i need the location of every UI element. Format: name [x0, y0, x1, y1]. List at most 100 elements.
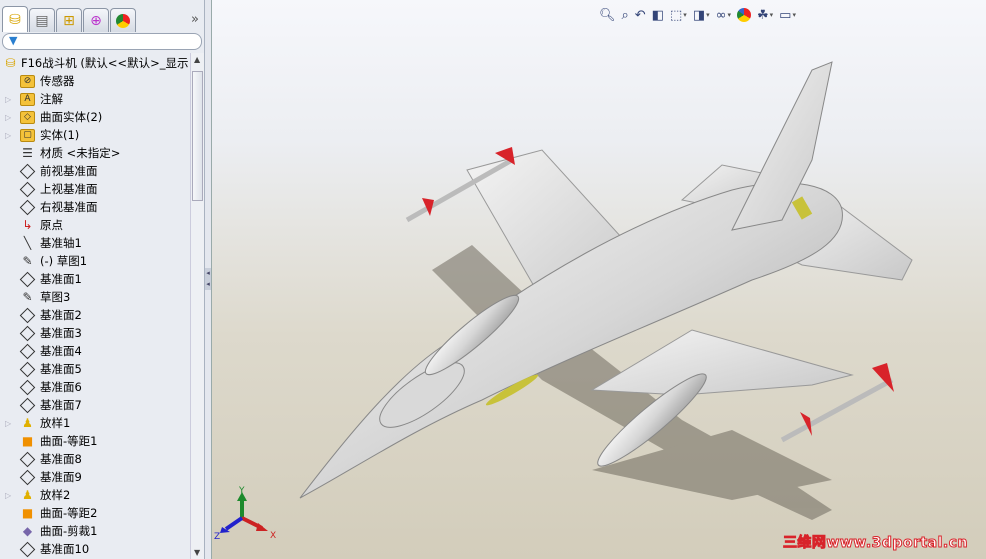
tree-item[interactable]: 右视基准面	[0, 198, 190, 216]
tree-item[interactable]: ▷ ♟ 放样1	[0, 414, 190, 432]
tree-item[interactable]: ⛁ F16战斗机 (默认<<默认>_显示	[0, 54, 190, 72]
filter-icon: ▼	[9, 34, 18, 47]
axis-icon: ╲	[23, 236, 32, 250]
tree-item-label: 基准轴1	[40, 236, 82, 250]
tree-filter-input[interactable]: ▼	[2, 33, 202, 50]
collapse-panel-handle[interactable]: ◂ ◂	[205, 268, 211, 290]
tree-item[interactable]: 基准面10	[0, 540, 190, 558]
tree-item[interactable]: ╲ 基准轴1	[0, 234, 190, 252]
dimxpert-icon: ⊕	[90, 12, 102, 29]
tree-item[interactable]: ↳ 原点	[0, 216, 190, 234]
tree-scrollbar[interactable]: ▲ ▼	[190, 53, 204, 559]
expand-icon[interactable]: ▷	[5, 95, 13, 104]
expand-icon[interactable]: ▷	[5, 113, 13, 122]
tree-item-label: 前视基准面	[40, 164, 98, 178]
scroll-down-icon[interactable]: ▼	[194, 548, 200, 557]
tree-item[interactable]: ☰ 材质 <未指定>	[0, 144, 190, 162]
tree-item-label: 基准面2	[40, 308, 82, 322]
reference-triad: Y X Z	[214, 486, 276, 542]
more-tabs-button[interactable]: »	[191, 12, 199, 27]
graphics-viewport[interactable]: 🔍︎ ⌕ ↶ ◧ ⬚ ▾ ◨ ▾ ∞ ▾ ☘ ▾ ▭ ▾ Y X Z 三维网ww…	[212, 0, 986, 559]
tree-item[interactable]: 基准面5	[0, 360, 190, 378]
tree-item-label: 曲面-等距2	[40, 506, 98, 520]
tree-item-label: 原点	[40, 218, 63, 232]
expand-icon[interactable]: ▷	[5, 131, 13, 140]
tree-item-label: 放样1	[40, 416, 71, 430]
tree-item-label: 基准面3	[40, 326, 82, 340]
tree-item-label: 上视基准面	[40, 182, 98, 196]
tab-configuration-manager[interactable]: ⊞	[56, 8, 82, 32]
plane-icon	[19, 271, 36, 287]
plane-icon	[19, 469, 36, 485]
tree-item[interactable]: ■ 曲面-等距1	[0, 432, 190, 450]
tree-item[interactable]: ⊘ 传感器	[0, 72, 190, 90]
tree-item[interactable]: ✎ (-) 草图1	[0, 252, 190, 270]
tab-dimxpert-manager[interactable]: ⊕	[83, 8, 109, 32]
f16-model[interactable]	[212, 0, 986, 559]
plane-icon	[19, 451, 36, 467]
annotation-folder-icon: A	[19, 91, 36, 107]
tree-item[interactable]: ▷ A 注解	[0, 90, 190, 108]
tree-item-label: 传感器	[40, 74, 75, 88]
scroll-up-icon[interactable]: ▲	[194, 55, 200, 64]
right-missile	[780, 377, 894, 443]
tree-item[interactable]: ◆ 曲面-剪裁1	[0, 522, 190, 540]
feature-manager-icon: ⛁	[9, 11, 21, 28]
trim-surface-icon: ◆	[22, 524, 33, 538]
material-icon: ☰	[22, 146, 33, 160]
tree-item[interactable]: 基准面1	[0, 270, 190, 288]
tree-item-label: 基准面9	[40, 470, 82, 484]
plane-icon	[19, 343, 36, 359]
tree-item[interactable]: 基准面8	[0, 450, 190, 468]
plane-icon	[19, 325, 36, 341]
expand-icon[interactable]: ▷	[5, 491, 13, 500]
tree-item-label: F16战斗机 (默认<<默认>_显示	[21, 56, 189, 70]
right-wing	[590, 329, 854, 396]
sensor-folder-icon: ⊘	[19, 73, 36, 89]
tree-item-label: (-) 草图1	[40, 254, 88, 268]
tree-item[interactable]: 前视基准面	[0, 162, 190, 180]
tree-item[interactable]: ▷ ◇ 曲面实体(2)	[0, 108, 190, 126]
triad-x-label: X	[270, 531, 276, 541]
tree-item[interactable]: 基准面2	[0, 306, 190, 324]
tree-item-label: 基准面1	[40, 272, 82, 286]
left-missile-fin-2	[422, 198, 434, 216]
tab-feature-manager[interactable]: ⛁	[2, 6, 28, 32]
tab-display-manager[interactable]	[110, 8, 136, 32]
tree-item-label: 基准面10	[40, 542, 90, 556]
feature-tree: ⛁ F16战斗机 (默认<<默认>_显示 ⊘ 传感器 ▷ A 注解 ▷ ◇ 曲面实体(2) ▷ ▢ 实体…	[0, 53, 190, 559]
tree-item-label: 基准面5	[40, 362, 82, 376]
tree-item-label: 基准面8	[40, 452, 82, 466]
expand-icon[interactable]: ▷	[5, 419, 13, 428]
tree-item-label: 曲面-剪裁1	[40, 524, 98, 538]
tab-property-manager[interactable]: ▤	[29, 8, 55, 32]
panel-splitter[interactable]: ◂ ◂	[205, 0, 212, 559]
loft-icon: ♟	[22, 488, 33, 502]
tree-item[interactable]: ▷ ▢ 实体(1)	[0, 126, 190, 144]
tree-item-label: 材质 <未指定>	[40, 146, 121, 160]
panel-tabs: ⛁ ▤ ⊞ ⊕ »	[0, 6, 205, 32]
tree-item[interactable]: 基准面6	[0, 378, 190, 396]
tree-item-label: 曲面-等距1	[40, 434, 98, 448]
tree-item[interactable]: 上视基准面	[0, 180, 190, 198]
tree-item[interactable]: ■ 曲面-等距2	[0, 504, 190, 522]
tree-item[interactable]: 基准面7	[0, 396, 190, 414]
tree-item-label: 基准面7	[40, 398, 82, 412]
right-missile-fin-2	[800, 412, 812, 436]
property-manager-icon: ▤	[35, 12, 49, 29]
tree-item-label: 草图3	[40, 290, 71, 304]
tree-item-label: 注解	[40, 92, 63, 106]
tree-item[interactable]: 基准面4	[0, 342, 190, 360]
triad-z-label: Z	[214, 532, 220, 542]
tree-item[interactable]: 基准面9	[0, 468, 190, 486]
feature-manager-panel: ⛁ ▤ ⊞ ⊕ » ▼ ⛁ F16战斗机 (默认<<默认>_显示 ⊘ 传感器 ▷ A 注解 ▷…	[0, 0, 205, 559]
solid-bodies-folder-icon: ▢	[19, 127, 36, 143]
scrollbar-thumb[interactable]	[192, 71, 203, 201]
plane-icon	[19, 181, 36, 197]
tree-item[interactable]: ✎ 草图3	[0, 288, 190, 306]
plane-icon	[19, 361, 36, 377]
tree-item[interactable]: 基准面3	[0, 324, 190, 342]
tree-item-label: 基准面4	[40, 344, 82, 358]
tree-item[interactable]: ▷ ♟ 放样2	[0, 486, 190, 504]
tree-item-label: 放样2	[40, 488, 71, 502]
